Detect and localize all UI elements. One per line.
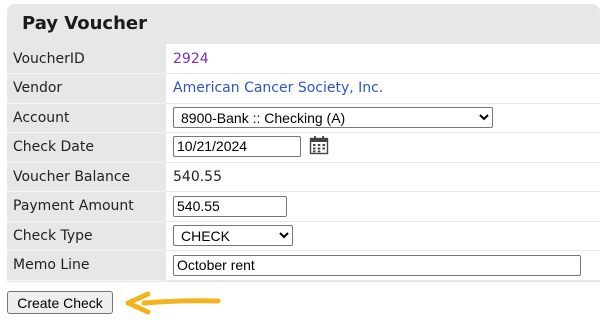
row-vendor: Vendor American Cancer Society, Inc.: [7, 73, 600, 104]
payment-amount-label: Payment Amount: [7, 191, 166, 222]
create-check-button[interactable]: Create Check: [7, 291, 113, 314]
voucher-id-label: VoucherID: [7, 44, 166, 74]
voucher-balance-value: 540.55: [166, 162, 600, 192]
memo-line-label: Memo Line: [7, 250, 166, 281]
voucher-balance-label: Voucher Balance: [7, 162, 166, 192]
row-payment-amount: Payment Amount: [7, 191, 600, 222]
memo-line-input[interactable]: [173, 254, 581, 276]
row-check-type: Check Type CHECK: [7, 221, 600, 251]
row-check-date: Check Date: [7, 132, 600, 163]
payment-amount-input[interactable]: [173, 195, 287, 217]
vendor-label: Vendor: [7, 73, 166, 104]
panel-title: Pay Voucher: [22, 13, 147, 34]
calendar-icon[interactable]: [309, 135, 329, 159]
check-date-label: Check Date: [7, 132, 166, 163]
voucher-form: VoucherID 2924 Vendor American Cancer So…: [7, 44, 600, 281]
check-type-select[interactable]: CHECK: [173, 225, 293, 247]
account-select[interactable]: 8900-Bank :: Checking (A): [173, 107, 493, 129]
check-date-input[interactable]: [173, 135, 301, 157]
row-memo-line: Memo Line: [7, 250, 600, 281]
row-account: Account 8900-Bank :: Checking (A): [7, 103, 600, 133]
voucher-id-link[interactable]: 2924: [173, 51, 209, 67]
row-voucher-id: VoucherID 2924: [7, 44, 600, 74]
pay-voucher-panel: Pay Voucher VoucherID 2924 Vendor Americ…: [7, 4, 600, 282]
row-voucher-balance: Voucher Balance 540.55: [7, 162, 600, 192]
check-type-label: Check Type: [7, 221, 166, 251]
vendor-link[interactable]: American Cancer Society, Inc.: [173, 80, 383, 96]
account-label: Account: [7, 103, 166, 133]
